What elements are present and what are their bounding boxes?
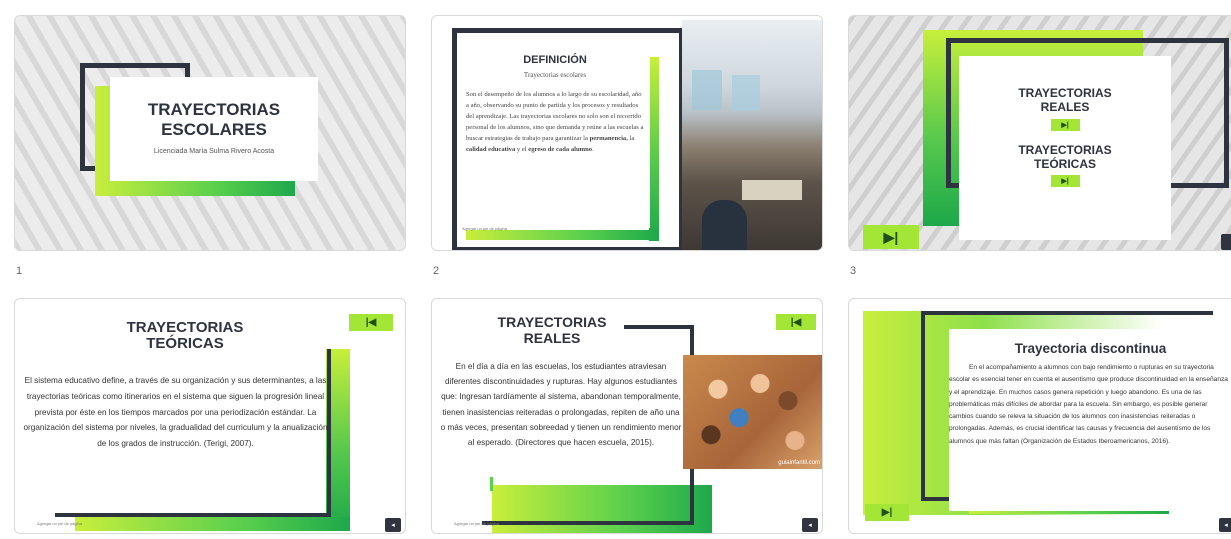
slide-number: 3 <box>850 265 857 277</box>
slide-title-line: REALES <box>523 330 581 346</box>
slide-accent-bar <box>490 477 493 491</box>
slide-title: DEFINICIÓN <box>523 54 587 66</box>
slide-thumbnail-4[interactable]: |◀ TRAYECTORIAS TEÓRICAS El sistema educ… <box>14 298 406 534</box>
photo-watermark: guiainfantil.com <box>778 460 820 466</box>
body-text: . <box>592 146 594 153</box>
body-emphasis: calidad educativa <box>466 146 516 153</box>
body-text: y el <box>515 146 529 153</box>
back-button[interactable]: |◀ <box>349 314 393 331</box>
slide-title-line: TRAYECTORIAS <box>126 319 244 336</box>
definition-card: DEFINICIÓN Trayectorias escolares Son el… <box>460 46 650 228</box>
link-label: TEÓRICAS <box>1033 157 1096 171</box>
body-emphasis: egreso de cada alumno <box>528 146 593 153</box>
slide-body-text: Son el desempeño de los alumnos a lo lar… <box>466 89 646 155</box>
slide-accent-bar <box>492 485 712 533</box>
slide-frame <box>921 311 1213 315</box>
photo-window <box>732 75 760 111</box>
slide-body-text: El sistema educativo define, a través de… <box>23 376 328 449</box>
link-label: REALES <box>1040 100 1090 114</box>
body-text: la <box>627 135 635 142</box>
play-forward-icon[interactable]: ▶| <box>1050 175 1080 187</box>
slide-title: TRAYECTORIAS ESCOLARES <box>110 100 318 140</box>
slide-title-line: TEÓRICAS <box>146 335 224 352</box>
slide-subtitle: Licenciada María Sulma Rivero Acosta <box>153 148 275 155</box>
slide-title-line: ESCOLARES <box>161 120 267 139</box>
menu-card: TRAYECTORIAS REALES ▶| TRAYECTORIAS TEÓR… <box>959 56 1171 240</box>
slide-title: TRAYECTORIAS REALES <box>462 314 642 346</box>
link-label: TRAYECTORIAS <box>1018 86 1112 100</box>
body-emphasis: permanencia, <box>589 135 628 142</box>
play-forward-icon[interactable]: ▶| <box>1050 119 1080 131</box>
link-trayectorias-teoricas[interactable]: TRAYECTORIAS TEÓRICAS <box>959 143 1171 171</box>
slide-footer: Agregar un pie de página <box>37 521 82 526</box>
slide-title: Trayectoria discontinua <box>1014 341 1167 356</box>
slide-number: 2 <box>433 265 440 277</box>
slide-thumbnail-5[interactable]: |◀ TRAYECTORIAS REALES En el día a día e… <box>431 298 823 534</box>
next-slide-button[interactable]: ▶| <box>863 225 919 249</box>
slide-footer: Agregar un pie de página <box>454 521 499 526</box>
title-card: TRAYECTORIAS ESCOLARES Licenciada María … <box>110 77 318 181</box>
photo-desk <box>742 180 802 200</box>
slide-thumbnail-3[interactable]: TRAYECTORIAS REALES ▶| TRAYECTORIAS TEÓR… <box>848 15 1231 251</box>
slide-title-line: TRAYECTORIAS <box>147 100 281 119</box>
slide-frame <box>482 521 694 525</box>
slide-frame <box>921 311 925 497</box>
back-button[interactable]: |◀ <box>776 314 816 330</box>
content-card: Trayectoria discontinua En el acompañami… <box>949 329 1231 511</box>
slide-body-text: En el día a día en las escuelas, los est… <box>440 359 682 451</box>
slide-subtitle: Trayectorias escolares <box>523 71 587 79</box>
corner-button[interactable] <box>1221 234 1231 250</box>
slide-thumbnail-1[interactable]: TRAYECTORIAS ESCOLARES Licenciada María … <box>14 15 406 251</box>
slide-frame <box>55 513 331 517</box>
slide-thumbnail-2[interactable]: DEFINICIÓN Trayectorias escolares Son el… <box>431 15 823 251</box>
link-label: TRAYECTORIAS <box>1018 143 1112 157</box>
children-globe-photo: guiainfantil.com <box>683 355 822 469</box>
next-slide-button[interactable]: ▶| <box>865 504 909 521</box>
link-trayectorias-reales[interactable]: TRAYECTORIAS REALES <box>959 86 1171 114</box>
slide-title: TRAYECTORIAS TEÓRICAS <box>75 320 295 352</box>
photo-window <box>692 70 722 110</box>
slide-body-text: En el acompañamiento a alumnos con bajo … <box>949 364 1228 445</box>
slide-thumbnail-6[interactable]: Trayectoria discontinua En el acompañami… <box>848 298 1231 534</box>
corner-button[interactable]: ◂ <box>1219 518 1231 532</box>
photo-person <box>702 200 747 250</box>
slide-number: 1 <box>16 265 23 277</box>
slide-footer: Agregar un pie de página <box>462 226 507 231</box>
corner-button[interactable]: ◂ <box>385 518 401 532</box>
corner-button[interactable]: ◂ <box>802 518 818 532</box>
classroom-photo <box>682 20 822 250</box>
slide-title-line: TRAYECTORIAS <box>497 314 607 330</box>
slide-accent-bar <box>75 517 350 531</box>
